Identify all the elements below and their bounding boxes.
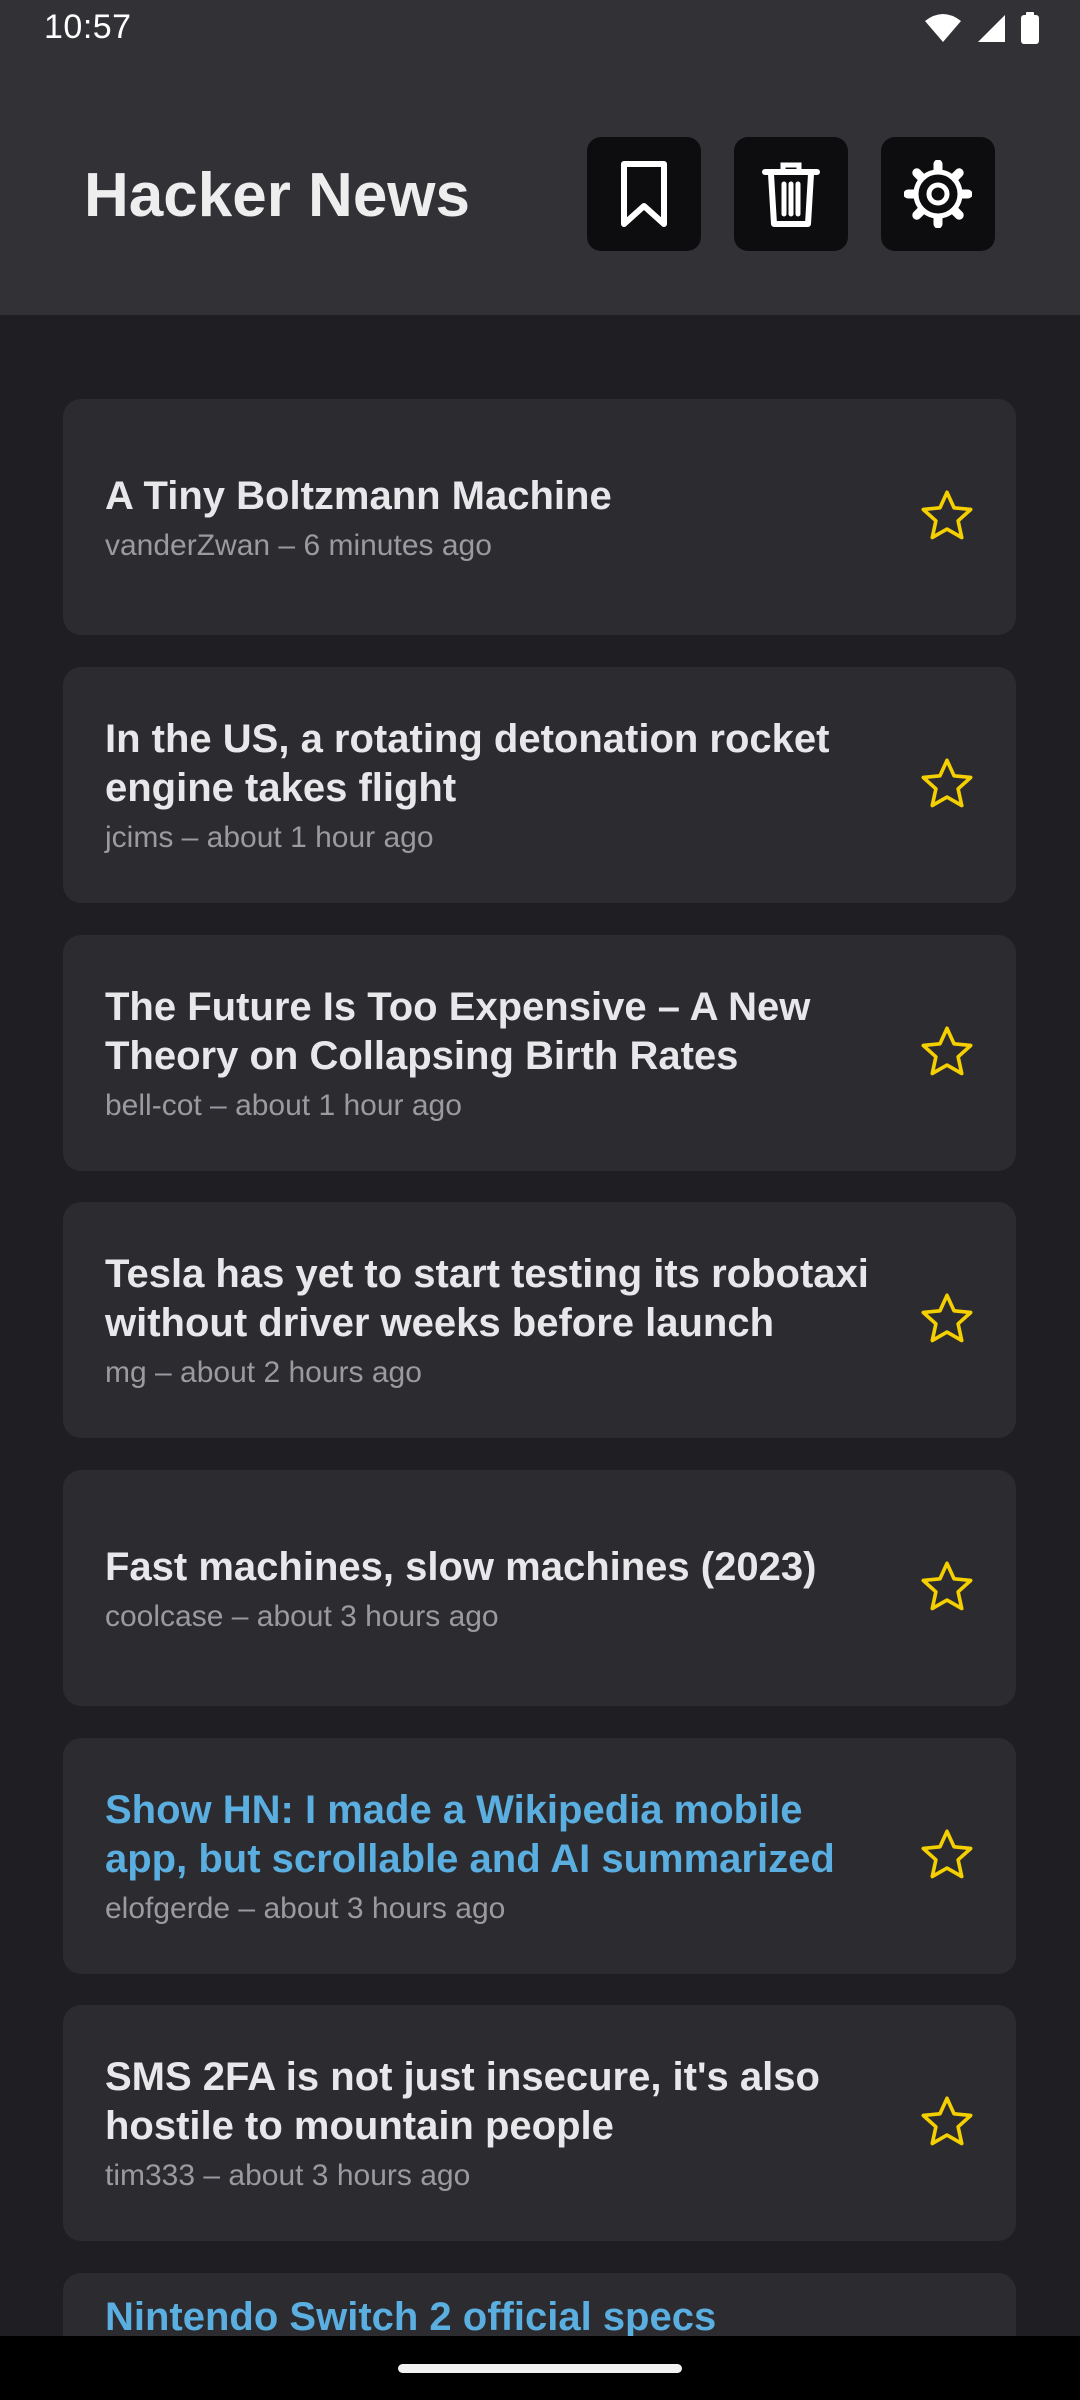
story-title[interactable]: The Future Is Too Expensive – A New Theo… [105,983,895,1081]
status-time: 10:57 [44,8,132,46]
story-title[interactable]: A Tiny Boltzmann Machine [105,472,895,521]
story-meta: elofgerde – about 3 hours ago [105,1892,506,1925]
story-text: SMS 2FA is not just insecure, it's also … [105,2005,895,2241]
status-icons [924,12,1040,44]
story-title[interactable]: Nintendo Switch 2 official specs [105,2293,895,2342]
story-meta: coolcase – about 3 hours ago [105,1599,499,1633]
story-card[interactable]: The Future Is Too Expensive – A New Theo… [63,935,1016,1171]
status-bar: 10:57 [0,0,1080,62]
story-text: Show HN: I made a Wikipedia mobile app, … [105,1738,895,1974]
star-icon[interactable] [918,1558,976,1616]
story-meta: bell-cot – about 1 hour ago [105,1089,462,1122]
story-title[interactable]: Fast machines, slow machines (2023) [105,1543,895,1592]
bookmark-icon [621,161,667,227]
story-card[interactable]: A Tiny Boltzmann Machine vanderZwan – 6 … [63,399,1016,635]
app-title: Hacker News [84,161,471,230]
story-text: In the US, a rotating detonation rocket … [105,667,895,903]
story-text: Fast machines, slow machines (2023) cool… [105,1470,895,1706]
bookmarks-button[interactable] [587,137,701,251]
story-title[interactable]: SMS 2FA is not just insecure, it's also … [105,2053,895,2151]
story-title[interactable]: In the US, a rotating detonation rocket … [105,715,895,813]
story-meta: mg – about 2 hours ago [105,1356,422,1389]
story-meta: jcims – about 1 hour ago [105,821,434,854]
story-card[interactable]: SMS 2FA is not just insecure, it's also … [63,2005,1016,2241]
battery-icon [1021,12,1039,44]
app-bar: Hacker News [0,62,1080,315]
star-icon[interactable] [918,755,976,813]
star-icon[interactable] [918,487,976,545]
wifi-icon [925,14,961,42]
story-card[interactable]: In the US, a rotating detonation rocket … [63,667,1016,903]
story-title[interactable]: Tesla has yet to start testing its robot… [105,1250,895,1348]
star-icon[interactable] [918,2093,976,2151]
star-icon[interactable] [918,1290,976,1348]
signal-icon [978,15,1005,42]
story-meta: vanderZwan – 6 minutes ago [105,528,492,562]
story-text: The Future Is Too Expensive – A New Theo… [105,935,895,1171]
story-text: Tesla has yet to start testing its robot… [105,1202,895,1438]
story-text: A Tiny Boltzmann Machine vanderZwan – 6 … [105,399,895,635]
story-card[interactable]: Tesla has yet to start testing its robot… [63,1202,1016,1438]
story-card[interactable]: Fast machines, slow machines (2023) cool… [63,1470,1016,1706]
star-icon[interactable] [918,1023,976,1081]
trash-icon [762,162,820,227]
star-icon[interactable] [918,1826,976,1884]
home-gesture-handle[interactable] [398,2364,682,2373]
story-title[interactable]: Show HN: I made a Wikipedia mobile app, … [105,1786,895,1884]
settings-button[interactable] [881,137,995,251]
story-meta: tim333 – about 3 hours ago [105,2159,471,2192]
delete-button[interactable] [734,137,848,251]
gear-icon [904,160,972,228]
story-card[interactable]: Show HN: I made a Wikipedia mobile app, … [63,1738,1016,1974]
